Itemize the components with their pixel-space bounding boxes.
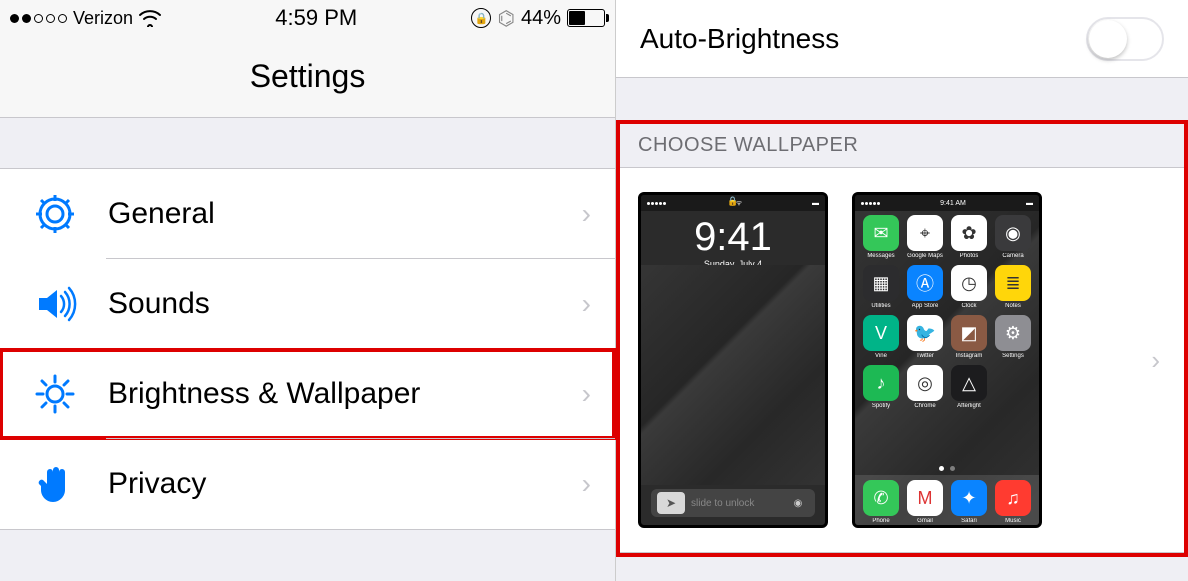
status-bar: Verizon 4:59 PM 🔒 ⌬ 44%: [0, 0, 615, 36]
settings-screen: Verizon 4:59 PM 🔒 ⌬ 44% Settings: [0, 0, 616, 581]
row-sounds[interactable]: Sounds ›: [0, 259, 615, 349]
battery-icon: ▬: [1026, 200, 1033, 207]
brightness-icon: [30, 369, 80, 419]
slide-text: slide to unlock: [691, 498, 781, 509]
row-privacy[interactable]: Privacy ›: [0, 439, 615, 529]
app-icon: ◩Instagram: [949, 315, 989, 359]
dock-app-icon: ♫Music: [993, 480, 1033, 524]
app-icon: ◉Camera: [993, 215, 1033, 259]
app-icon: ✉Messages: [861, 215, 901, 259]
orientation-lock-icon: 🔒: [471, 8, 491, 28]
app-icon: ◷Clock: [949, 265, 989, 309]
auto-brightness-toggle[interactable]: [1086, 17, 1164, 61]
lock-time: 9:41: [641, 217, 825, 257]
gear-icon: [30, 189, 80, 239]
wifi-icon: [139, 9, 161, 27]
section-header: CHOOSE WALLPAPER: [620, 124, 1184, 167]
camera-icon: ◉: [787, 492, 809, 514]
slide-arrow-icon: ➤: [657, 492, 685, 514]
row-brightness-wallpaper[interactable]: Brightness & Wallpaper ›: [0, 349, 615, 439]
app-icon: ⌖Google Maps: [905, 215, 945, 259]
lockscreen-preview: ᯤ 🔒 ▬ 9:41 Sunday, July 4 ➤ slide to unl…: [638, 192, 828, 528]
auto-brightness-label: Auto-Brightness: [640, 23, 839, 55]
choose-wallpaper-row[interactable]: ᯤ 🔒 ▬ 9:41 Sunday, July 4 ➤ slide to unl…: [620, 167, 1184, 553]
choose-wallpaper-highlight: CHOOSE WALLPAPER ᯤ 🔒 ▬ 9:41 Sunday, July…: [620, 124, 1184, 553]
app-icon: ⚙Settings: [993, 315, 1033, 359]
chevron-right-icon: ›: [1151, 345, 1166, 376]
chevron-right-icon: ›: [582, 288, 591, 320]
app-icon: ♪Spotify: [861, 365, 901, 409]
hand-icon: [30, 459, 80, 509]
app-icon: △Afterlight: [949, 365, 989, 409]
clock: 4:59 PM: [275, 5, 357, 31]
homescreen-preview: 9:41 AM ▬ ✉Messages⌖Google Maps✿Photos◉C…: [852, 192, 1042, 528]
app-icon: ⒶApp Store: [905, 265, 945, 309]
app-icon: VVine: [861, 315, 901, 359]
row-label: Privacy: [108, 467, 582, 501]
battery-icon: ▬: [812, 200, 819, 207]
auto-brightness-row[interactable]: Auto-Brightness: [616, 0, 1188, 78]
dock-app-icon: ✦Safari: [949, 480, 989, 524]
settings-list: General › Sounds › Brightness & Wallpape…: [0, 168, 615, 530]
battery-icon: [567, 9, 605, 27]
battery-percent: 44%: [521, 7, 561, 30]
app-icon: 🐦Twitter: [905, 315, 945, 359]
app-icon: ▦Utilities: [861, 265, 901, 309]
chevron-right-icon: ›: [582, 468, 591, 500]
page-title: Settings: [250, 58, 366, 95]
app-icon: ≣Notes: [993, 265, 1033, 309]
row-label: Brightness & Wallpaper: [108, 377, 582, 411]
row-label: Sounds: [108, 287, 582, 321]
dock-app-icon: ✆Phone: [861, 480, 901, 524]
bluetooth-icon: ⌬: [497, 6, 514, 31]
lock-icon: 🔒: [727, 196, 738, 207]
dock-app-icon: MGmail: [905, 480, 945, 524]
app-icon: ✿Photos: [949, 215, 989, 259]
row-general[interactable]: General ›: [0, 169, 615, 259]
brightness-wallpaper-screen: Auto-Brightness CHOOSE WALLPAPER ᯤ 🔒 ▬ 9…: [616, 0, 1188, 581]
speaker-icon: [30, 279, 80, 329]
chevron-right-icon: ›: [582, 378, 591, 410]
signal-dots: [10, 14, 67, 23]
row-label: General: [108, 197, 582, 231]
nav-header: Settings: [0, 36, 615, 118]
carrier-label: Verizon: [73, 8, 133, 29]
preview-clock: 9:41 AM: [940, 200, 966, 207]
app-icon: ◎Chrome: [905, 365, 945, 409]
chevron-right-icon: ›: [582, 198, 591, 230]
